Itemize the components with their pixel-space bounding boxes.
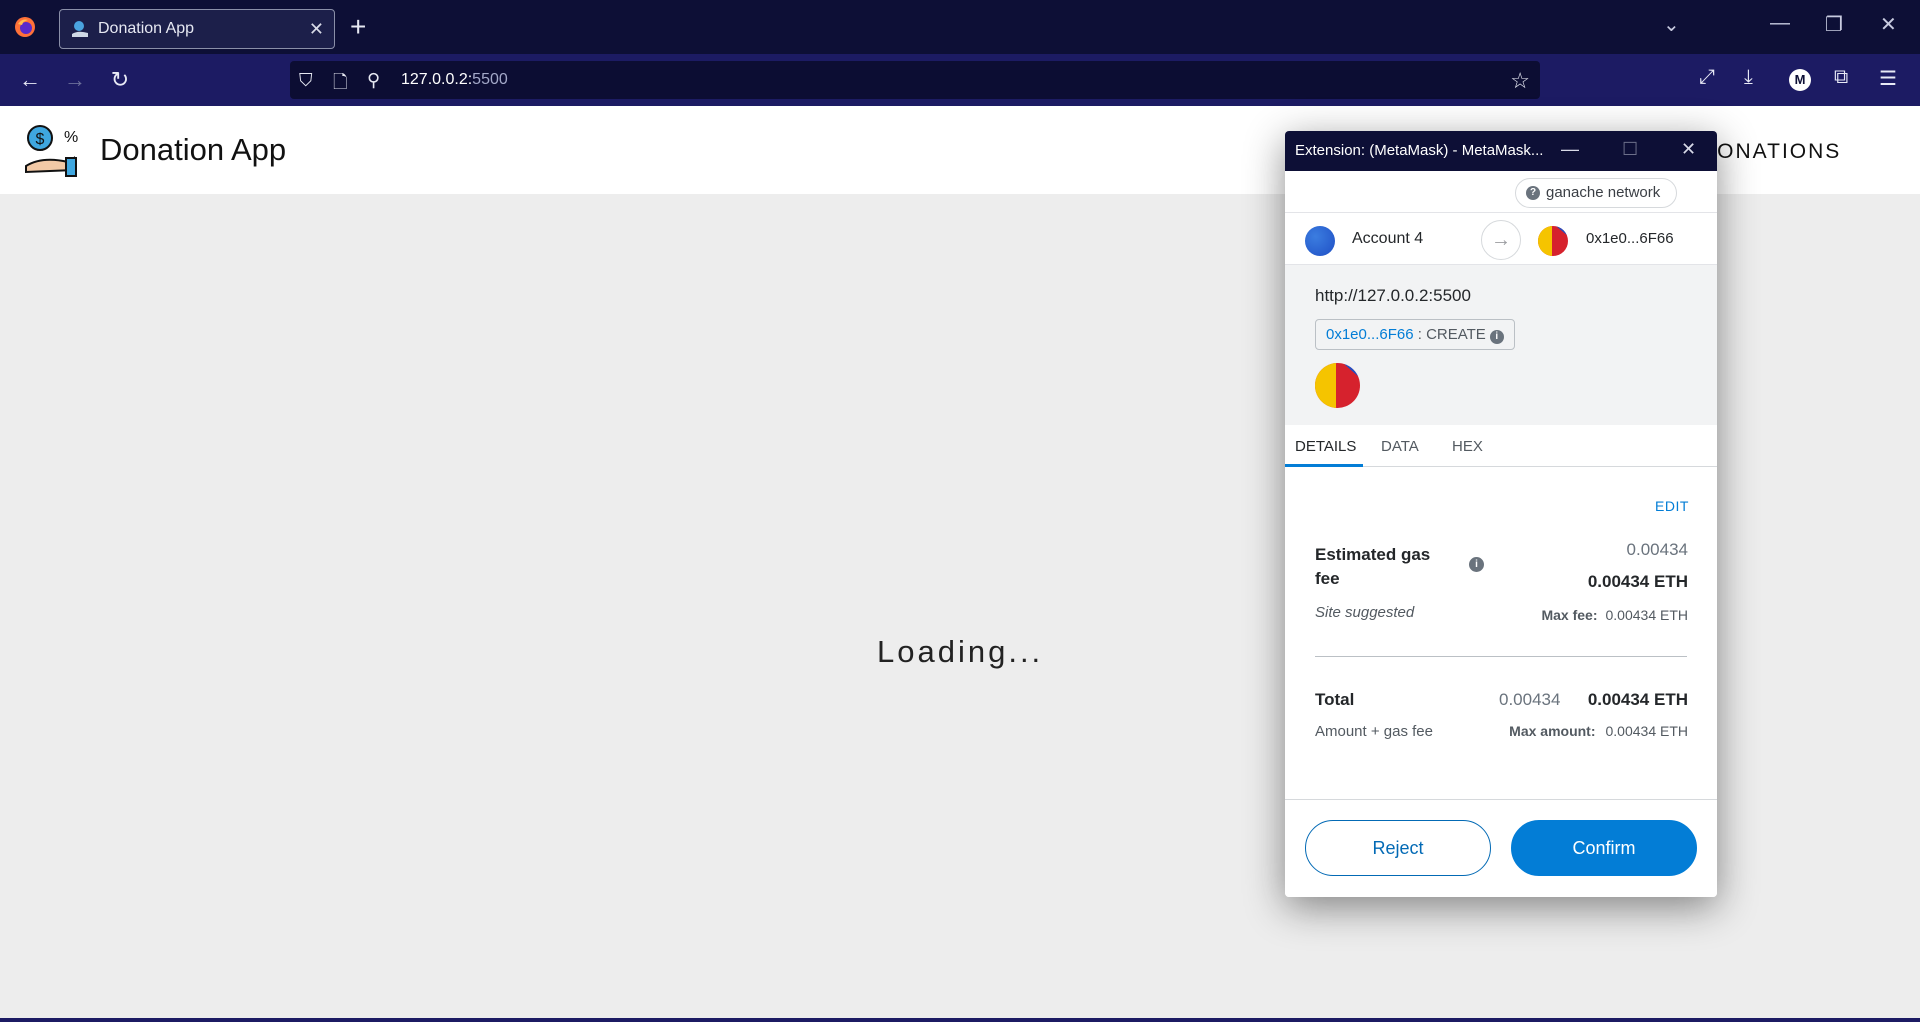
minimize-window-icon[interactable]: — [1770, 12, 1790, 35]
downloads-icon[interactable]: ⤓ [1744, 66, 1753, 89]
max-amount: Max amount: 0.00434 ETH [1509, 723, 1688, 739]
gas-fee-eth: 0.00434 ETH [1587, 572, 1688, 591]
origin-url: http://127.0.0.2:5500 [1315, 286, 1471, 305]
popup-title: Extension: (MetaMask) - MetaMask... [1295, 142, 1544, 159]
close-window-icon[interactable]: ✕ [1880, 12, 1897, 37]
menu-icon[interactable]: ☰ [1879, 66, 1897, 91]
tab-hex[interactable]: HEX [1452, 438, 1483, 455]
svg-text:%: % [64, 129, 78, 146]
nav-donations-link[interactable]: DONATIONS [1700, 140, 1841, 164]
svg-text:$: $ [36, 131, 45, 148]
from-account: Account 4 [1352, 230, 1424, 247]
divider [1315, 656, 1687, 657]
new-tab-button[interactable]: + [350, 12, 366, 42]
tab-details[interactable]: DETAILS [1295, 438, 1356, 455]
transaction-origin-section: http://127.0.0.2:5500 0x1e0...6F66 : CRE… [1285, 265, 1717, 425]
gas-info-icon[interactable]: i [1469, 557, 1484, 572]
total-label: Total [1315, 690, 1355, 709]
gas-fee-value: 0.00434 [1626, 540, 1688, 559]
active-tab-indicator [1285, 464, 1363, 467]
max-amount-value: 0.00434 ETH [1605, 723, 1689, 739]
method-address[interactable]: 0x1e0...6F66 [1326, 326, 1414, 343]
firefox-icon[interactable] [14, 16, 36, 38]
site-suggested-text: Site suggested [1315, 604, 1415, 621]
donation-favicon-icon [72, 21, 88, 37]
info-icon[interactable]: i [1489, 330, 1504, 344]
popup-close-icon[interactable]: ✕ [1681, 139, 1696, 160]
browser-tab[interactable]: Donation App ✕ [59, 9, 335, 49]
edit-gas-button[interactable]: EDIT [1655, 498, 1689, 514]
contract-avatar-icon [1315, 363, 1360, 408]
reject-button[interactable]: Reject [1305, 820, 1491, 876]
gas-fee-label: Estimated gas fee [1315, 545, 1431, 588]
max-fee-value: 0.00434 ETH [1605, 607, 1689, 623]
url-text[interactable]: 127.0.0.2:5500 [401, 71, 508, 89]
amount-gas-fee-label: Amount + gas fee [1315, 723, 1433, 740]
account-avatar-icon [1305, 226, 1335, 256]
back-arrow-icon[interactable]: ← [16, 66, 44, 94]
total-eth: 0.00434 ETH [1587, 690, 1688, 709]
question-icon: ? [1526, 186, 1540, 200]
popup-titlebar: Extension: (MetaMask) - MetaMask... — ☐ … [1285, 131, 1717, 171]
page-icon[interactable]: 🗋 [333, 70, 347, 100]
tab-title: Donation App [98, 20, 195, 37]
list-all-tabs-icon[interactable]: ⌄ [1663, 12, 1680, 37]
bookmark-star-icon[interactable]: ☆ [1510, 68, 1530, 94]
metamask-extension-icon[interactable]: M [1789, 69, 1811, 91]
metamask-popup: Extension: (MetaMask) - MetaMask... — ☐ … [1285, 131, 1717, 897]
loading-text: Loading... [877, 634, 1044, 669]
reload-icon[interactable]: ↻ [106, 66, 134, 94]
max-fee-label: Max fee: [1541, 607, 1598, 623]
popup-maximize-icon[interactable]: ☐ [1622, 139, 1638, 160]
extensions-icon[interactable]: ⧉ [1834, 66, 1848, 89]
network-name: ganache network [1546, 184, 1661, 201]
total-value: 0.00434 [1499, 690, 1561, 709]
method-badge: 0x1e0...6F66 : CREATE i [1315, 319, 1515, 350]
tab-data[interactable]: DATA [1381, 438, 1419, 455]
app-title: Donation App [100, 132, 287, 167]
site-permissions-icon[interactable]: ⚲ [367, 70, 380, 91]
recipient-avatar-icon [1538, 226, 1568, 256]
method-name: : CREATE [1413, 326, 1486, 343]
details-tabs: DETAILS DATA HEX [1285, 425, 1717, 467]
browser-tab-bar: Donation App ✕ + ⌄ — ❐ ✕ [0, 0, 1920, 54]
network-selector[interactable]: ? ganache network [1515, 178, 1678, 208]
browser-nav-bar: ← → ↻ ⛉ 🗋 ⚲ 127.0.0.2:5500 ☆ ⤢ ⤓ M ⧉ ☰ [0, 54, 1920, 106]
network-row: ? ganache network [1285, 171, 1717, 213]
donation-logo-icon: $ % [25, 125, 78, 177]
max-fee: Max fee: 0.00434 ETH [1541, 607, 1688, 623]
max-amount-label: Max amount: [1509, 723, 1596, 739]
bottom-edge [0, 1018, 1920, 1022]
forward-arrow-icon[interactable]: → [61, 66, 89, 94]
tab-close-icon[interactable]: ✕ [309, 19, 324, 40]
account-row: Account 4 → 0x1e0...6F66 [1285, 213, 1717, 265]
popup-footer: Reject Confirm [1285, 799, 1717, 897]
popup-minimize-icon[interactable]: — [1561, 139, 1579, 160]
to-address[interactable]: 0x1e0...6F66 [1586, 230, 1674, 247]
confirm-button[interactable]: Confirm [1511, 820, 1697, 876]
fullscreen-icon[interactable]: ⤢ [1699, 66, 1715, 89]
shield-icon[interactable]: ⛉ [299, 70, 313, 91]
restore-window-icon[interactable]: ❐ [1825, 12, 1843, 37]
arrow-right-icon: → [1481, 220, 1521, 260]
url-bar[interactable]: ⛉ 🗋 ⚲ 127.0.0.2:5500 ☆ [290, 61, 1540, 99]
